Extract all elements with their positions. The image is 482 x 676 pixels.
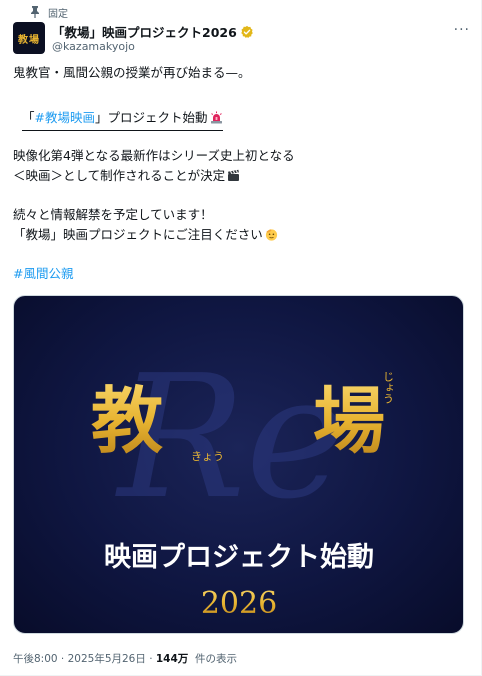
post-image[interactable]: Re 教 きょう 場 じょう 映画プロジェクト始動 2026 (13, 295, 464, 634)
hashtag-kyojo-eiga[interactable]: #教場映画 (35, 110, 95, 125)
pinned-indicator: 固定 (30, 4, 68, 20)
avatar-text: 教場 (18, 34, 40, 46)
bracket-close-text: 」プロジェクト始動 (95, 110, 208, 125)
post-text-line-4: ＜映画＞として制作されることが決定 (13, 166, 240, 186)
post-timestamp[interactable]: 午後8:00 · 2025年5月26日 · (13, 653, 156, 665)
display-name[interactable]: 「教場」映画プロジェクト2026 (52, 22, 237, 41)
avatar[interactable]: 教場 (13, 22, 45, 54)
post-text-line-6-text: 「教場」映画プロジェクトにご注目ください (13, 227, 263, 242)
post-text-line-2: 「#教場映画」プロジェクト始動 (22, 108, 223, 131)
post-meta: 午後8:00 · 2025年5月26日 · 144万 件の表示 (13, 651, 237, 666)
saluting-face-icon (265, 228, 278, 241)
kanji-left-ruby: きょう (191, 450, 224, 463)
kanji-right-ruby: じょう (382, 371, 395, 404)
account-handle[interactable]: @kazamakyojo (52, 40, 135, 53)
announcement-underlined: 「#教場映画」プロジェクト始動 (22, 108, 223, 131)
post-text-line-5: 続々と情報解禁を予定しています！ (13, 207, 213, 222)
post-text-line-4-text: ＜映画＞として制作されることが決定 (13, 168, 226, 183)
clapper-board-icon (227, 169, 240, 182)
view-count-label: 件の表示 (194, 653, 237, 665)
post-text-line-3: 映像化第4弾となる最新作はシリーズ史上初となる (13, 148, 295, 163)
hashtag-kazama-kimichika[interactable]: #風間公親 (13, 264, 73, 284)
pin-icon (30, 6, 40, 18)
post-text-line-1: 鬼教官・風間公親の授業が再び始まる—。 (13, 65, 251, 80)
pinned-label: 固定 (48, 8, 68, 20)
hashtag-link[interactable]: #風間公親 (13, 266, 73, 281)
view-count: 144万 (155, 653, 189, 665)
verified-badge-icon[interactable] (240, 25, 254, 39)
more-options-icon[interactable]: ··· (454, 22, 470, 38)
rotating-light-icon (210, 111, 223, 124)
display-name-row[interactable]: 「教場」映画プロジェクト2026 (52, 22, 254, 41)
post-text-line-6: 「教場」映画プロジェクトにご注目ください (13, 225, 278, 245)
media-year: 2026 (201, 586, 277, 621)
kanji-right: 場 (313, 378, 385, 463)
bracket-open: 「 (22, 110, 35, 125)
media-subtitle: 映画プロジェクト始動 (104, 541, 374, 573)
kanji-left: 教 (91, 378, 163, 463)
